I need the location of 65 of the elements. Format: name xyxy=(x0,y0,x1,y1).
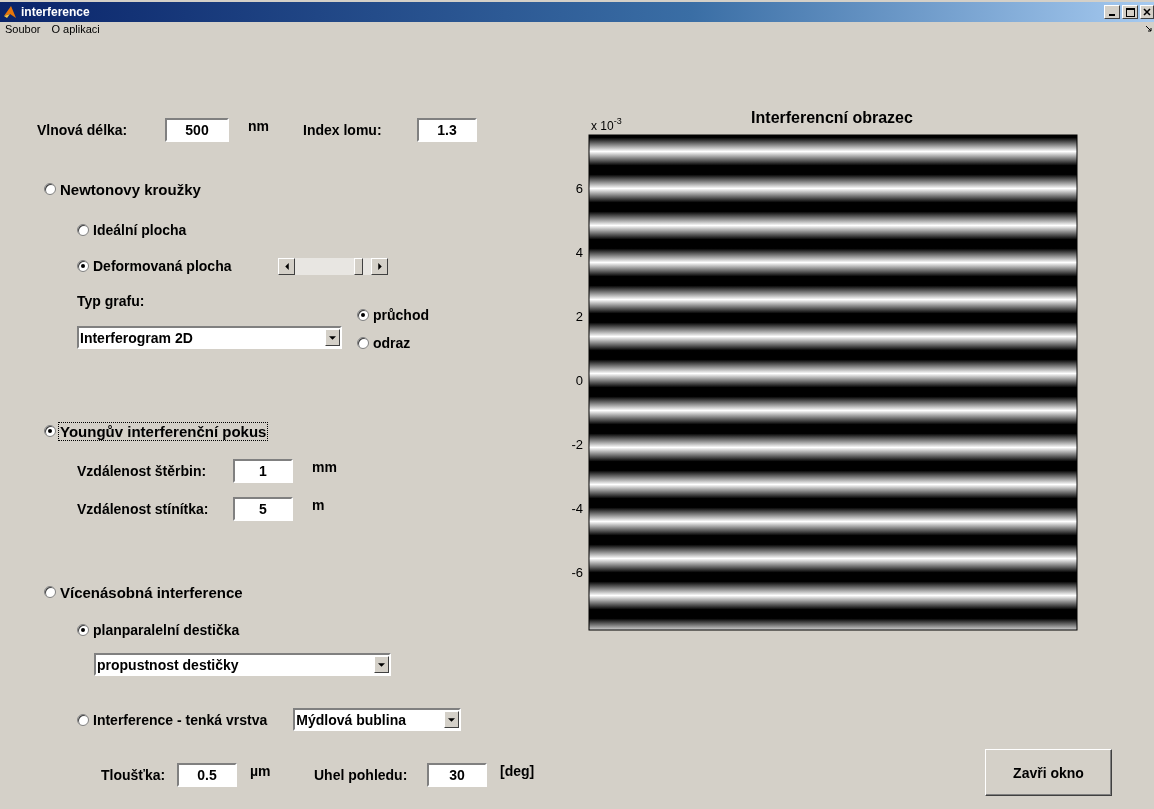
plot-title: Interferencní obrazec xyxy=(751,109,913,126)
radio-button[interactable] xyxy=(44,586,56,598)
radio-option[interactable]: planparalelní destička xyxy=(77,622,241,638)
text-field[interactable]: 5 xyxy=(233,497,293,521)
menu-item[interactable]: Soubor xyxy=(5,22,41,35)
caret-icon xyxy=(329,335,336,340)
tick-label: 6 xyxy=(575,181,583,196)
radio-button[interactable] xyxy=(44,425,56,437)
caret-icon xyxy=(378,662,385,667)
caret-icon xyxy=(448,717,456,722)
field-label: Index lomu: xyxy=(303,122,383,138)
tick-label: 4 xyxy=(575,245,583,260)
maximize-button[interactable] xyxy=(1122,5,1138,19)
text-field[interactable]: 0.5 xyxy=(177,763,237,787)
caret-icon xyxy=(378,262,382,270)
tick-label: 0 xyxy=(575,373,583,388)
text-field[interactable]: 1.3 xyxy=(417,118,477,142)
dropdown[interactable]: Interferogram 2D xyxy=(77,326,342,349)
radio-button[interactable] xyxy=(77,224,89,236)
tick-label: 2 xyxy=(575,309,583,324)
menu-item[interactable]: O aplikaci xyxy=(51,22,100,35)
close-icon xyxy=(1143,8,1151,16)
maximize-icon xyxy=(1125,7,1135,17)
field-label: Tloušťka: xyxy=(101,767,167,783)
tick-label: -6 xyxy=(571,565,583,580)
field-label: Typ grafu: xyxy=(77,293,145,309)
tick-label: -2 xyxy=(571,437,583,452)
text-field[interactable]: 30 xyxy=(427,763,487,787)
radio-button[interactable] xyxy=(77,624,89,636)
radio-button[interactable] xyxy=(77,260,89,272)
slider-thumb[interactable] xyxy=(353,257,363,275)
radio-option[interactable]: průchod xyxy=(357,307,430,323)
unit-label: µm xyxy=(250,763,272,779)
axis-exponent: x 10$^{-3}$ xyxy=(591,116,622,133)
radio-button[interactable] xyxy=(357,337,369,349)
radio-button[interactable] xyxy=(357,309,369,321)
radio-option[interactable]: Ideální plocha xyxy=(77,222,188,238)
slider[interactable] xyxy=(278,257,389,275)
window-title: interference xyxy=(21,5,91,19)
radio-option[interactable]: Interference - tenká vrstva xyxy=(77,711,269,728)
dropdown[interactable]: Mýdlová bublina xyxy=(293,708,462,731)
unit-label: [deg] xyxy=(500,763,535,779)
radio-option[interactable]: odraz xyxy=(357,335,430,351)
caret-icon xyxy=(285,262,289,270)
dropdown[interactable]: propustnost destičky xyxy=(94,653,391,676)
unit-label: m xyxy=(312,497,325,513)
radio-option[interactable]: Vícenásobná interference xyxy=(44,583,244,601)
field-label: Uhel pohledu: xyxy=(314,767,409,783)
field-label: Vlnová délka: xyxy=(37,122,129,138)
close-window-button[interactable]: Zavři okno xyxy=(985,749,1112,796)
dock-arrow-icon[interactable] xyxy=(1146,26,1152,32)
text-field[interactable]: 500 xyxy=(165,118,229,142)
tick-label: -4 xyxy=(571,501,583,516)
text-field[interactable]: 1 xyxy=(233,459,293,483)
field-label: Vzdálenost štěrbin: xyxy=(77,463,208,479)
app-icon xyxy=(3,5,17,19)
radio-option[interactable]: Newtonovy kroužky xyxy=(44,180,202,198)
radio-option[interactable]: Youngův interferenční pokus xyxy=(44,422,268,440)
field-label: Vzdálenost stínítka: xyxy=(77,501,210,517)
close-button[interactable] xyxy=(1140,5,1154,19)
minimize-button[interactable] xyxy=(1104,5,1120,19)
radio-button[interactable] xyxy=(44,183,56,195)
radio-option[interactable]: Deformovaná plocha xyxy=(77,258,233,274)
unit-label: nm xyxy=(248,118,270,134)
unit-label: mm xyxy=(312,459,337,475)
